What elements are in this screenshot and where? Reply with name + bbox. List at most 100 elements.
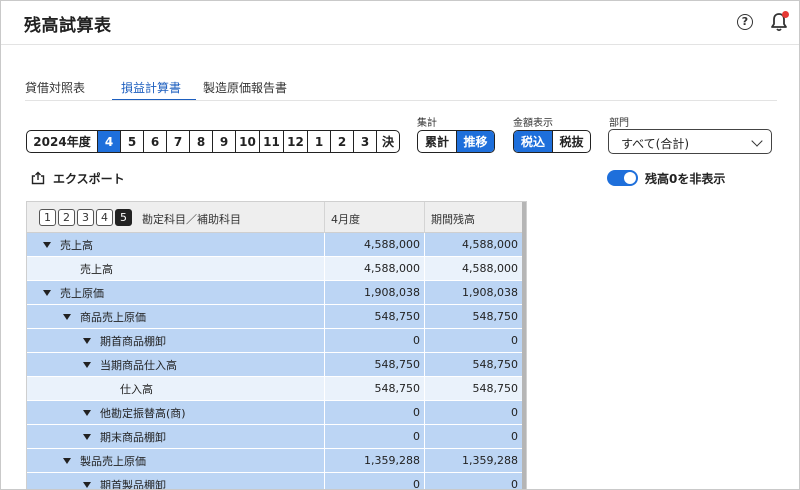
caret-down-icon[interactable] [63,457,71,464]
tabs-divider [25,100,777,101]
period-balance-cell: 548,750 [424,305,522,328]
level-button-1[interactable]: 1 [39,209,56,226]
account-name-cell: 期末商品棚卸 [83,425,166,448]
table-row[interactable]: 期首製品棚卸 0 0 [27,473,523,489]
tax-excluded-button[interactable]: 税抜 [552,131,590,152]
month-button-7[interactable]: 7 [166,131,189,152]
account-name-cell: 売上高 [80,257,113,280]
caret-down-icon[interactable] [43,289,51,296]
account-name-cell: 当期商品仕入高 [83,353,177,376]
app-window: 残高試算表 ? 貸借対照表 損益計算書 製造原価報告書 集計 金額表示 部門 2… [0,0,800,490]
month-button-2[interactable]: 2 [330,131,353,152]
period-balance-cell: 1,908,038 [424,281,522,304]
level-button-4[interactable]: 4 [96,209,113,226]
trial-balance-table: 12345 勘定科目／補助科目 4月度 期間残高 売上高 4,588,000 4,5… [26,201,527,489]
account-name-cell: 売上高 [43,233,93,256]
table-row[interactable]: 期末商品棚卸 0 0 [27,425,523,449]
month-selector: 2024年度 4 5 6 7 8 9 10 11 12 1 2 3 決 [26,130,400,153]
department-select-value: すべて(合計) [621,137,690,151]
month-amount-cell: 0 [324,473,424,489]
caret-down-icon[interactable] [83,481,91,488]
page-header: 残高試算表 ? [1,1,799,45]
month-button-3[interactable]: 3 [353,131,376,152]
account-name: 期首商品棚卸 [100,334,166,348]
account-name: 他勘定振替高(商) [100,406,186,420]
export-icon [31,171,45,185]
help-icon[interactable]: ? [737,14,753,30]
export-button[interactable]: エクスポート [31,169,125,187]
month-amount-cell: 1,908,038 [324,281,424,304]
hide-zero-switch[interactable] [607,170,638,186]
month-button-10[interactable]: 10 [235,131,259,152]
table-row[interactable]: 製品売上原価 1,359,288 1,359,288 [27,449,523,473]
month-button-1[interactable]: 1 [307,131,330,152]
period-balance-cell: 0 [424,401,522,424]
caret-down-icon[interactable] [83,433,91,440]
account-name-cell: 売上原価 [43,281,104,304]
month-button-8[interactable]: 8 [189,131,212,152]
aggregate-label: 集計 [417,118,437,129]
account-name: 商品売上原価 [80,310,146,324]
table-row[interactable]: 他勘定振替高(商) 0 0 [27,401,523,425]
period-balance-cell: 4,588,000 [424,257,522,280]
page-title: 残高試算表 [24,16,112,36]
table-row[interactable]: 売上原価 1,908,038 1,908,038 [27,281,523,305]
chevron-down-icon [751,135,763,147]
table-row[interactable]: 期首商品棚卸 0 0 [27,329,523,353]
month-button-12[interactable]: 12 [283,131,307,152]
month-amount-cell: 0 [324,425,424,448]
caret-down-icon[interactable] [83,337,91,344]
table-header: 12345 勘定科目／補助科目 4月度 期間残高 [27,202,523,233]
month-button-11[interactable]: 11 [259,131,283,152]
aggregate-transition-button[interactable]: 推移 [456,131,494,152]
account-name-cell: 期首商品棚卸 [83,329,166,352]
caret-down-icon[interactable] [83,361,91,368]
account-name: 製品売上原価 [80,454,146,468]
table-scrollbar[interactable] [522,202,526,489]
month-amount-cell: 0 [324,401,424,424]
period-balance-cell: 548,750 [424,353,522,376]
table-row[interactable]: 売上高 4,588,000 4,588,000 [27,233,523,257]
month-button-6[interactable]: 6 [143,131,166,152]
period-balance-cell: 1,359,288 [424,449,522,472]
table-row[interactable]: 仕入高 548,750 548,750 [27,377,523,401]
aggregate-toggle: 累計 推移 [417,130,495,153]
account-name: 売上高 [80,262,113,276]
department-label: 部門 [609,118,629,129]
caret-down-icon[interactable] [43,241,51,248]
column-header-period-balance: 期間残高 [424,202,523,233]
caret-down-icon[interactable] [63,313,71,320]
aggregate-cumulative-button[interactable]: 累計 [418,131,456,152]
tax-included-button[interactable]: 税込 [514,131,552,152]
tab-manufacturing-cost-report[interactable]: 製造原価報告書 [203,71,287,101]
account-column-header: 勘定科目／補助科目 [142,213,241,226]
level-button-2[interactable]: 2 [58,209,75,226]
period-balance-cell: 0 [424,425,522,448]
tab-income-statement[interactable]: 損益計算書 [112,71,196,101]
caret-down-icon[interactable] [83,409,91,416]
fiscal-year-label[interactable]: 2024年度 [27,131,97,152]
account-name: 当期商品仕入高 [100,358,177,372]
account-name-cell: 他勘定振替高(商) [83,401,186,424]
table-row[interactable]: 商品売上原価 548,750 548,750 [27,305,523,329]
export-label: エクスポート [53,171,125,186]
account-name: 仕入高 [120,382,153,396]
hide-zero-toggle[interactable]: 残高0を非表示 [607,169,725,187]
amount-display-label: 金額表示 [513,118,553,129]
level-button-3[interactable]: 3 [77,209,94,226]
account-name-cell: 仕入高 [120,377,153,400]
month-amount-cell: 548,750 [324,377,424,400]
table-row[interactable]: 当期商品仕入高 548,750 548,750 [27,353,523,377]
notification-dot [782,11,789,18]
month-button-9[interactable]: 9 [212,131,235,152]
account-name: 期末商品棚卸 [100,430,166,444]
month-button-closing[interactable]: 決 [376,131,399,152]
month-button-5[interactable]: 5 [120,131,143,152]
month-button-4[interactable]: 4 [97,131,120,152]
level-button-5[interactable]: 5 [115,209,132,226]
table-row[interactable]: 売上高 4,588,000 4,588,000 [27,257,523,281]
tab-balance-sheet[interactable]: 貸借対照表 [25,71,85,101]
department-select[interactable]: すべて(合計) [608,129,772,154]
column-header-month: 4月度 [324,202,424,233]
switch-knob [624,172,636,184]
